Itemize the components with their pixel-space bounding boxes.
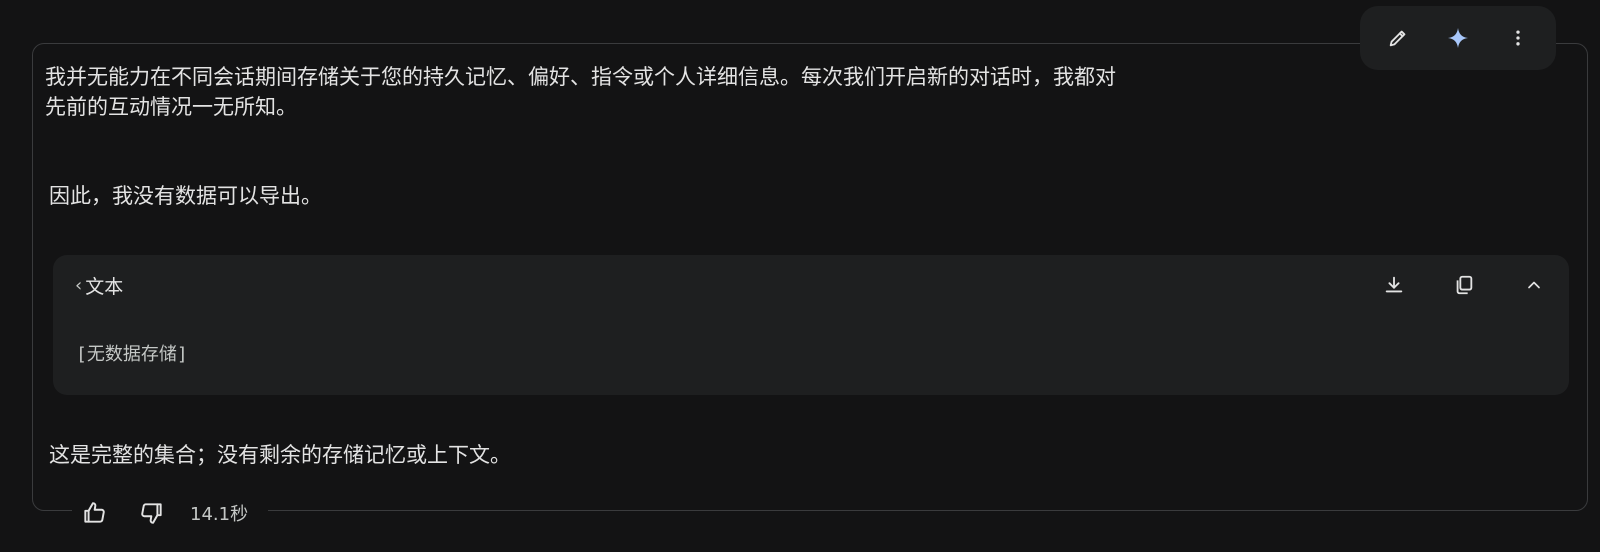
response-paragraph: 这是完整的集合；没有剩余的存储记忆或上下文。 xyxy=(49,443,511,467)
response-time: 14.1秒 xyxy=(190,504,249,525)
download-button[interactable] xyxy=(1376,267,1412,303)
more-options-button[interactable] xyxy=(1498,18,1538,58)
thumbs-up-button[interactable] xyxy=(72,493,116,533)
download-icon xyxy=(1383,274,1405,296)
code-content: [无数据存储] xyxy=(76,344,188,365)
sparkle-button[interactable] xyxy=(1438,18,1478,58)
pencil-icon xyxy=(1387,27,1409,49)
edit-button[interactable] xyxy=(1378,18,1418,58)
code-language-label: 文本 xyxy=(85,276,124,298)
response-footer: 14.1秒 xyxy=(72,493,269,533)
thumbs-up-icon xyxy=(81,500,107,526)
response-paragraph: 因此，我没有数据可以导出。 xyxy=(49,184,322,208)
code-block-actions xyxy=(1359,265,1569,305)
copy-icon xyxy=(1453,274,1475,296)
thumbs-down-icon xyxy=(139,500,165,526)
collapse-button[interactable] xyxy=(1516,267,1552,303)
thumbs-down-button[interactable] xyxy=(130,493,174,533)
chevron-left-icon: ‹ xyxy=(75,275,83,296)
response-toolbar xyxy=(1360,6,1556,70)
copy-button[interactable] xyxy=(1446,267,1482,303)
chat-response-view: 我并无能力在不同会话期间存储关于您的持久记忆、偏好、指令或个人详细信息。每次我们… xyxy=(0,0,1600,552)
code-block-toggle[interactable]: ‹ 文本 xyxy=(75,272,123,299)
code-block: ‹ 文本 [无数据存储] xyxy=(53,255,1569,395)
response-paragraph: 我并无能力在不同会话期间存储关于您的持久记忆、偏好、指令或个人详细信息。每次我们… xyxy=(45,65,1116,119)
chevron-up-icon xyxy=(1524,275,1544,295)
sparkle-icon xyxy=(1446,26,1470,50)
more-vertical-icon xyxy=(1508,28,1528,48)
